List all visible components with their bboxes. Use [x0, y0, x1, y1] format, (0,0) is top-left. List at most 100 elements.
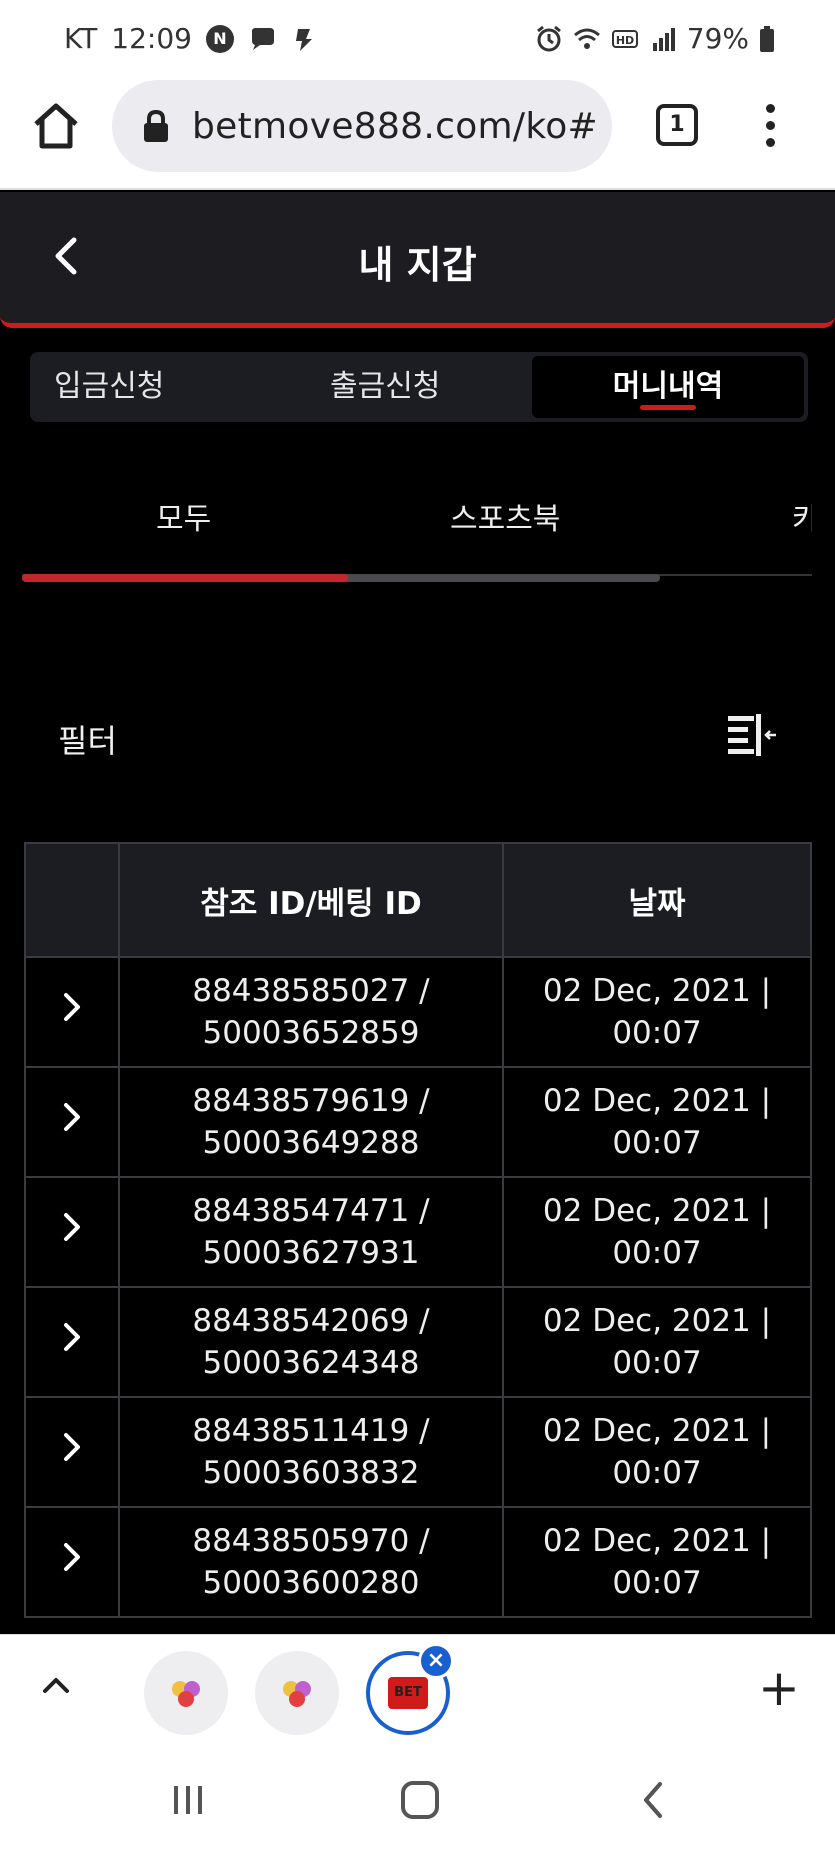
wifi-icon — [573, 28, 600, 49]
time: 00:07 — [612, 1125, 702, 1161]
header-ref-id: 참조 ID/베팅 ID — [118, 842, 504, 958]
table-row[interactable]: 88438579619 /50003649288 02 Dec, 2021 | 0… — [24, 1066, 812, 1178]
site-favicon-icon — [283, 1681, 311, 1707]
expand-chevron-icon[interactable] — [62, 1321, 82, 1353]
tab-withdraw-request[interactable]: 출금신청 — [330, 352, 440, 422]
time: 00:07 — [612, 1345, 702, 1381]
time: 00:07 — [612, 1455, 702, 1491]
bet-logo: BET — [388, 1677, 428, 1709]
bet-id: 50003649288 — [202, 1125, 420, 1161]
signal-icon — [652, 27, 675, 51]
table-header-row: 참조 ID/베팅 ID 날짜 — [24, 842, 812, 958]
tab-thumbnail[interactable] — [144, 1651, 228, 1735]
expand-chevron-icon[interactable] — [62, 1101, 82, 1133]
chevron-up-icon[interactable] — [42, 1675, 70, 1695]
ref-id-cell: 88438579619 / 50003649288 — [118, 1066, 504, 1178]
ref-id-cell: 88438585027 / 50003652859 — [118, 956, 504, 1068]
wallet-tabs: 입금신청 출금신청 머니내역 — [30, 352, 808, 422]
notification-n-icon: N — [206, 24, 234, 53]
tab-strip: BET × + — [0, 1634, 835, 1746]
browser-toolbar: betmove888.com/ko# 1 — [0, 76, 835, 190]
hd-voice-icon: HD — [611, 29, 638, 48]
category-active-indicator — [22, 574, 348, 582]
time: 00:07 — [612, 1565, 702, 1601]
filter-label[interactable]: 필터 — [58, 716, 117, 762]
filter-sort-icon[interactable] — [726, 712, 778, 758]
expand-chevron-icon[interactable] — [62, 1541, 82, 1573]
home-icon[interactable] — [30, 100, 82, 152]
battery-percent: 79% — [686, 22, 749, 55]
time: 00:07 — [612, 1235, 702, 1271]
tab-thumbnail[interactable] — [255, 1651, 339, 1735]
date: 02 Dec, 2021 | — [542, 1303, 772, 1339]
recent-apps-icon[interactable] — [168, 1780, 208, 1820]
header-expand — [24, 842, 120, 958]
ref-id-cell: 88438542069 / 50003624348 — [118, 1286, 504, 1398]
ref-id: 88438542069 / — [192, 1303, 430, 1339]
date-cell: 02 Dec, 2021 | 00:07 — [502, 956, 812, 1068]
ref-id-cell: 88438505970 / 50003600280 — [118, 1506, 504, 1618]
ref-id-cell: 88438547471 / 50003627931 — [118, 1176, 504, 1288]
home-nav-icon[interactable] — [398, 1780, 442, 1820]
more-options-icon[interactable] — [758, 100, 782, 152]
time: 00:07 — [612, 1015, 702, 1051]
expand-chevron-icon[interactable] — [62, 1211, 82, 1243]
date: 02 Dec, 2021 | — [542, 1193, 772, 1229]
bet-id: 50003627931 — [202, 1235, 420, 1271]
tab-switcher-button[interactable]: 1 — [656, 104, 698, 146]
expand-chevron-icon[interactable] — [62, 1431, 82, 1463]
wallet-header: 내 지갑 — [0, 192, 835, 328]
url-text: betmove888.com/ko# — [192, 105, 598, 147]
date: 02 Dec, 2021 | — [542, 1523, 772, 1559]
page-title: 내 지갑 — [358, 243, 477, 287]
system-nav-bar — [0, 1746, 835, 1856]
category-tabs: 모두 스포츠북 카 — [22, 480, 812, 586]
site-favicon-icon — [172, 1681, 200, 1707]
tab-money-history-label: 머니내역 — [612, 369, 724, 404]
active-tab-underline — [640, 405, 696, 410]
lock-icon — [144, 109, 168, 142]
address-bar[interactable]: betmove888.com/ko# — [112, 80, 612, 172]
svg-text:HD: HD — [616, 34, 634, 47]
ref-id: 88438547471 / — [192, 1193, 430, 1229]
money-history-table: 참조 ID/베팅 ID 날짜 88438585027 /50003652859 … — [24, 842, 812, 1618]
bet-id: 50003652859 — [202, 1015, 420, 1051]
new-tab-icon[interactable]: + — [758, 1663, 800, 1713]
table-row[interactable]: 88438585027 /50003652859 02 Dec, 2021 | 0… — [24, 956, 812, 1068]
bet-id: 50003603832 — [202, 1455, 420, 1491]
expand-chevron-icon[interactable] — [62, 991, 82, 1023]
ref-id: 88438585027 / — [192, 973, 430, 1009]
date: 02 Dec, 2021 | — [542, 1083, 772, 1119]
tab-deposit-request[interactable]: 입금신청 — [54, 352, 164, 422]
ref-id: 88438511419 / — [192, 1413, 430, 1449]
category-tab-casino[interactable]: 카 — [792, 494, 812, 538]
category-tab-sportsbook[interactable]: 스포츠북 — [450, 494, 560, 538]
ref-id-cell: 88438511419 / 50003603832 — [118, 1396, 504, 1508]
date: 02 Dec, 2021 | — [542, 973, 772, 1009]
back-nav-icon[interactable] — [638, 1780, 668, 1820]
chat-bubble-icon — [252, 27, 274, 50]
close-tab-icon[interactable]: × — [418, 1643, 454, 1679]
bet-id: 50003624348 — [202, 1345, 420, 1381]
header-date: 날짜 — [502, 842, 812, 958]
table-row[interactable]: 88438511419 /50003603832 02 Dec, 2021 | 0… — [24, 1396, 812, 1508]
date-cell: 02 Dec, 2021 | 00:07 — [502, 1286, 812, 1398]
date-cell: 02 Dec, 2021 | 00:07 — [502, 1176, 812, 1288]
category-tab-all[interactable]: 모두 — [156, 494, 211, 538]
date-cell: 02 Dec, 2021 | 00:07 — [502, 1396, 812, 1508]
battery-icon — [760, 25, 774, 52]
app-notification-icon — [296, 28, 312, 51]
date-cell: 02 Dec, 2021 | 00:07 — [502, 1066, 812, 1178]
tab-money-history[interactable]: 머니내역 — [532, 356, 804, 418]
carrier-label: KT — [64, 22, 98, 55]
status-bar: KT 12:09 N HD 79% — [0, 0, 835, 76]
table-row[interactable]: 88438505970 /50003600280 02 Dec, 2021 | 0… — [24, 1506, 812, 1618]
date: 02 Dec, 2021 | — [542, 1413, 772, 1449]
bet-id: 50003600280 — [202, 1565, 420, 1601]
date-cell: 02 Dec, 2021 | 00:07 — [502, 1506, 812, 1618]
table-row[interactable]: 88438542069 /50003624348 02 Dec, 2021 | 0… — [24, 1286, 812, 1398]
clock: 12:09 — [111, 22, 192, 55]
alarm-icon — [536, 25, 561, 51]
ref-id: 88438505970 / — [192, 1523, 430, 1559]
table-row[interactable]: 88438547471 /50003627931 02 Dec, 2021 | 0… — [24, 1176, 812, 1288]
